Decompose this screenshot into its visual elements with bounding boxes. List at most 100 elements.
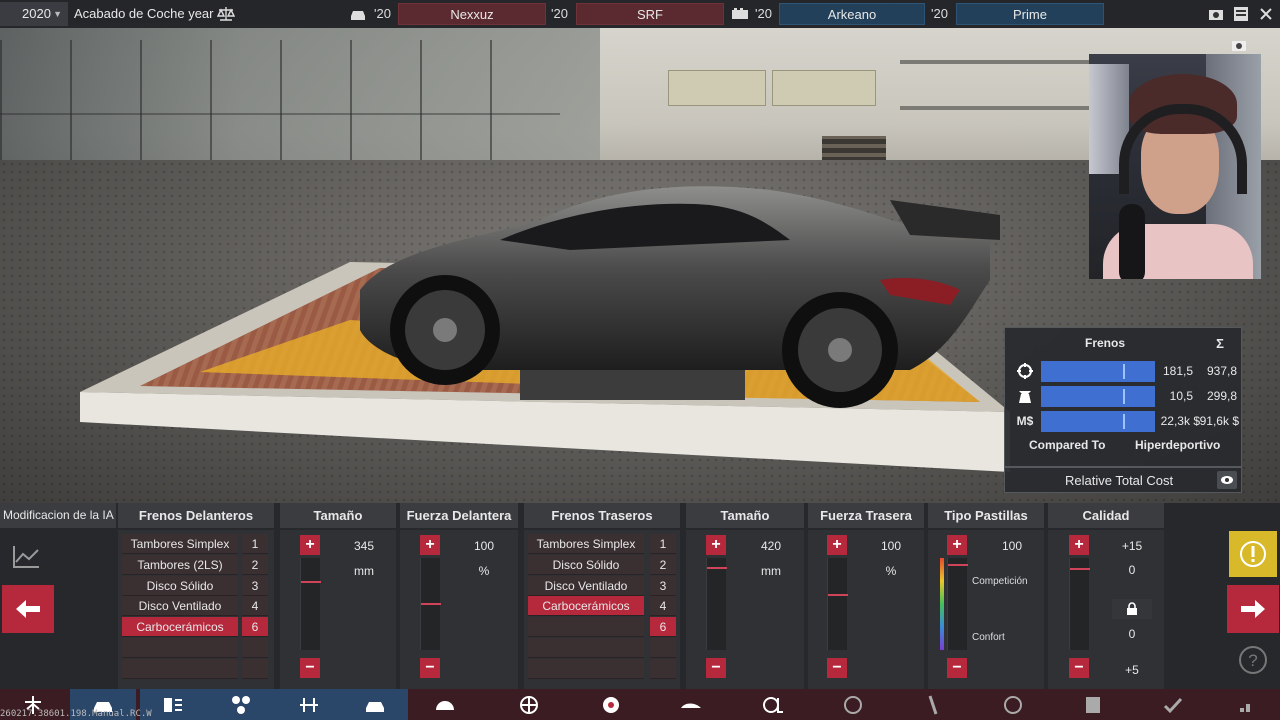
chevron-down-icon: ▼ — [53, 9, 62, 19]
front-size-slider[interactable] — [300, 558, 321, 650]
rear-size-value[interactable]: 420 — [751, 539, 791, 553]
axle-icon[interactable] — [276, 689, 342, 720]
next-arrow-button[interactable] — [1227, 585, 1279, 633]
rear-option-tambores-simplex[interactable]: Tambores Simplex — [528, 534, 644, 554]
rear-size-decrease-button[interactable]: − — [706, 658, 726, 678]
webcam-overlay — [1089, 54, 1261, 279]
rear-brakes-list: Tambores Simplex 1 Disco Sólido 2 Disco … — [524, 530, 680, 689]
quality-increase-button[interactable]: + — [1069, 535, 1089, 555]
market-icon[interactable] — [1214, 689, 1280, 720]
tab-year: '20 — [931, 6, 948, 21]
pad-type-top-label: Competición — [972, 576, 1028, 587]
eye-icon[interactable] — [1217, 471, 1237, 489]
front-force-decrease-button[interactable]: − — [420, 658, 440, 678]
front-force-increase-button[interactable]: + — [420, 535, 440, 555]
rear-force-increase-button[interactable]: + — [827, 535, 847, 555]
tab-year: '20 — [374, 6, 391, 21]
engine-icon[interactable] — [730, 4, 750, 24]
checkmark-icon[interactable] — [1140, 689, 1206, 720]
chart-icon[interactable] — [0, 533, 52, 581]
compared-to-value[interactable]: Hiperdeportivo — [1135, 438, 1220, 452]
front-force-slider[interactable] — [420, 558, 441, 650]
rear-option-disco-solido[interactable]: Disco Sólido — [528, 555, 644, 575]
rear-size-increase-button[interactable]: + — [706, 535, 726, 555]
steering-icon[interactable] — [740, 689, 806, 720]
pad-type-slider[interactable] — [947, 558, 968, 650]
fixtures-icon[interactable] — [900, 689, 966, 720]
rear-option-number: 3 — [650, 576, 676, 596]
tab-engine-arkeano[interactable]: Arkeano — [779, 3, 925, 25]
rear-option-number: 6 — [650, 617, 676, 637]
front-size-increase-button[interactable]: + — [300, 535, 320, 555]
slider-knob[interactable] — [1070, 568, 1090, 570]
front-option-carboceramicos[interactable]: Carbocerámicos — [122, 617, 238, 637]
tab-model-nexxuz[interactable]: Nexxuz — [398, 3, 546, 25]
report-icon[interactable] — [1060, 689, 1126, 720]
aero-icon[interactable] — [658, 689, 724, 720]
wheel-icon[interactable] — [496, 689, 562, 720]
tab-engine-prime[interactable]: Prime — [956, 3, 1104, 25]
rear-option-carboceramicos[interactable]: Carbocerámicos — [528, 596, 644, 616]
front-force-control: + − 100 % — [400, 530, 518, 689]
quality-slider[interactable] — [1069, 558, 1090, 650]
brakes-tab-icon[interactable] — [342, 689, 408, 720]
pad-type-control: + − 100 Competición Confort — [928, 530, 1044, 689]
front-force-value[interactable]: 100 — [464, 539, 504, 553]
slider-knob[interactable] — [707, 567, 727, 569]
camera-icon[interactable] — [1206, 4, 1226, 24]
rim-icon[interactable] — [578, 689, 644, 720]
tires-icon[interactable] — [412, 689, 478, 720]
pad-type-increase-button[interactable]: + — [947, 535, 967, 555]
stats-header: Frenos — [1084, 336, 1125, 350]
rear-size-control: + − 420 mm — [686, 530, 804, 689]
scale-icon[interactable] — [216, 4, 236, 24]
front-force-unit: % — [478, 564, 490, 578]
rear-force-slider[interactable] — [827, 558, 848, 650]
slider-knob[interactable] — [421, 603, 441, 605]
front-force-header: Fuerza Delantera — [400, 503, 518, 528]
rear-force-control: + − 100 % — [808, 530, 924, 689]
front-option-tambores-2ls[interactable]: Tambores (2LS) — [122, 555, 238, 575]
lock-icon[interactable] — [1112, 599, 1152, 619]
car-model — [360, 186, 1000, 408]
rear-option-disco-ventilado[interactable]: Disco Ventilado — [528, 576, 644, 596]
front-option-tambores-simplex[interactable]: Tambores Simplex — [122, 534, 238, 554]
warning-icon[interactable] — [1229, 531, 1277, 577]
front-option-empty — [122, 659, 238, 679]
tab-model-srf[interactable]: SRF — [576, 3, 724, 25]
front-size-decrease-button[interactable]: − — [300, 658, 320, 678]
rear-force-decrease-button[interactable]: − — [827, 658, 847, 678]
sigma-header: Σ — [1216, 336, 1224, 351]
help-icon[interactable]: ? — [1229, 637, 1277, 683]
front-option-number: 1 — [242, 534, 268, 554]
previous-arrow-button[interactable] — [2, 585, 54, 633]
drivetrain-icon[interactable] — [206, 689, 276, 720]
rear-size-slider[interactable] — [706, 558, 727, 650]
tab-year: '20 — [551, 6, 568, 21]
money-icon: M$ — [1016, 414, 1034, 428]
front-option-disco-solido[interactable]: Disco Sólido — [122, 576, 238, 596]
compared-to-row[interactable]: Compared To Hiperdeportivo — [1005, 438, 1243, 460]
rear-force-value[interactable]: 100 — [871, 539, 911, 553]
front-option-disco-ventilado[interactable]: Disco Ventilado — [122, 596, 238, 616]
interior-icon[interactable] — [820, 689, 886, 720]
front-size-value[interactable]: 345 — [344, 539, 384, 553]
slider-knob[interactable] — [828, 594, 848, 596]
slider-knob[interactable] — [301, 581, 321, 583]
top-bar: 2020 ▼ Acabado de Coche year '20 Nexxuz … — [0, 0, 1280, 28]
quality-decrease-button[interactable]: − — [1069, 658, 1089, 678]
screenshot-camera-icon[interactable] — [1231, 38, 1247, 52]
year-value: 2020 — [22, 6, 51, 21]
menu-icon[interactable] — [1231, 4, 1251, 24]
relative-total-cost-button[interactable]: Relative Total Cost — [1004, 467, 1242, 493]
pad-type-value[interactable]: 100 — [992, 539, 1032, 553]
slider-knob[interactable] — [948, 564, 968, 566]
car-front-icon[interactable] — [348, 4, 368, 24]
rear-option-number: 2 — [650, 555, 676, 575]
brakes-config-panel: Modificacion de la IA Frenos Delanteros … — [0, 503, 1280, 689]
testing-icon[interactable] — [980, 689, 1046, 720]
year-select[interactable]: 2020 ▼ — [0, 2, 68, 26]
rear-brakes-header: Frenos Traseros — [524, 503, 680, 528]
close-icon[interactable] — [1256, 4, 1276, 24]
pad-type-decrease-button[interactable]: − — [947, 658, 967, 678]
